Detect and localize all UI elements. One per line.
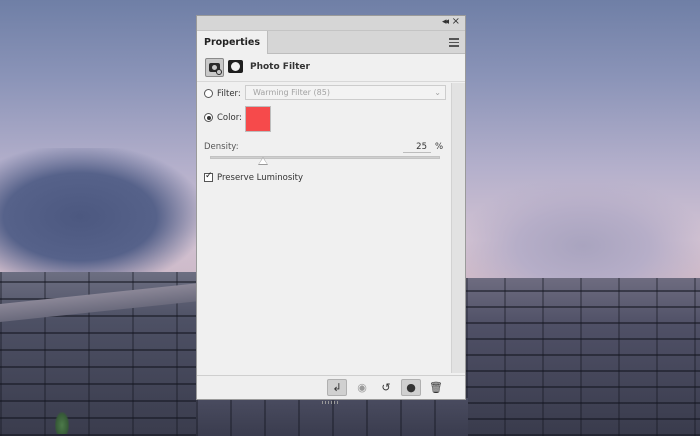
adjustment-title: Photo Filter: [250, 62, 310, 72]
layer-mask-icon[interactable]: [228, 60, 243, 73]
view-previous-state-icon[interactable]: ◉: [352, 379, 372, 396]
close-icon[interactable]: ×: [452, 16, 460, 27]
background-cloud-right: [466, 180, 700, 290]
reset-icon[interactable]: ↺: [376, 379, 396, 396]
density-slider-track[interactable]: [210, 156, 440, 159]
density-label: Density:: [204, 142, 239, 152]
filter-dropdown-value: Warming Filter (85): [253, 88, 330, 97]
resize-grip[interactable]: [322, 401, 340, 404]
color-label: Color:: [217, 113, 242, 123]
visibility-eye-icon[interactable]: ●: [401, 379, 421, 396]
preserve-luminosity-checkbox[interactable]: [204, 171, 213, 182]
color-swatch[interactable]: [245, 106, 271, 132]
scrollbar-track[interactable]: [451, 83, 465, 373]
panel-title-bar[interactable]: ◂◂ ×: [197, 16, 465, 31]
panel-bottom-toolbar: ↲ ◉ ↺ ● 🗑: [197, 375, 465, 399]
density-unit: %: [435, 142, 444, 152]
chevron-down-icon: ⌄: [434, 88, 441, 97]
filter-radio[interactable]: [204, 89, 213, 98]
background-cloud-left: [0, 148, 200, 273]
density-slider-thumb[interactable]: [257, 157, 268, 165]
tab-properties[interactable]: Properties: [197, 31, 268, 54]
density-input[interactable]: 25: [403, 141, 431, 153]
filter-label: Filter:: [217, 89, 241, 99]
photo-filter-adjustment-icon[interactable]: [205, 58, 224, 77]
background-stone-wall-right: [466, 278, 700, 436]
collapse-icon[interactable]: ◂◂: [442, 17, 449, 27]
color-radio[interactable]: [204, 113, 213, 122]
trash-icon[interactable]: 🗑: [426, 379, 446, 396]
filter-dropdown[interactable]: Warming Filter (85) ⌄: [245, 85, 446, 100]
gear-icon: [216, 69, 222, 75]
properties-panel: ◂◂ × Properties Photo Filter Filter: War…: [196, 15, 466, 404]
panel-menu-icon[interactable]: [449, 38, 459, 47]
adjustment-header: Photo Filter: [197, 54, 465, 82]
preserve-luminosity-label: Preserve Luminosity: [217, 173, 303, 183]
panel-tab-row: Properties: [197, 31, 465, 54]
background-plant: [55, 412, 69, 434]
clip-to-layer-icon[interactable]: ↲: [327, 379, 347, 396]
